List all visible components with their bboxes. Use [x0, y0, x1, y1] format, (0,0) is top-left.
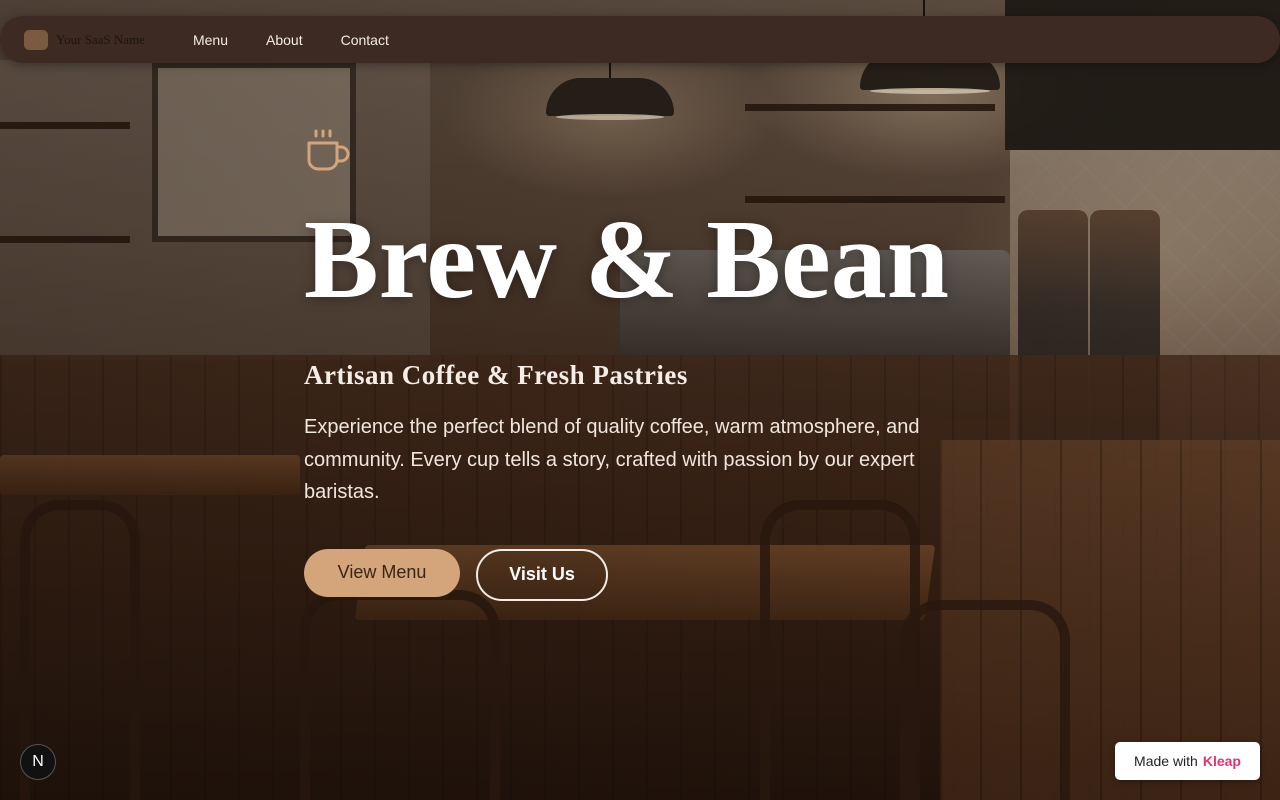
coffee-cup-icon — [307, 129, 350, 171]
nav-link-about[interactable]: About — [266, 32, 303, 48]
made-with-kleap-badge[interactable]: Made with Kleap — [1115, 742, 1260, 780]
brand[interactable]: Your SaaS Name — [24, 29, 145, 50]
kleap-brand: Kleap — [1202, 753, 1241, 769]
brand-logo — [24, 29, 48, 50]
hero-subtitle: Artisan Coffee & Fresh Pastries — [304, 360, 688, 390]
nav-links: Menu About Contact — [193, 32, 427, 48]
made-with-label: Made with — [1134, 753, 1198, 769]
view-menu-button[interactable]: View Menu — [304, 548, 460, 597]
hero-description: Experience the perfect blend of quality … — [304, 416, 920, 503]
nav-link-menu[interactable]: Menu — [193, 32, 228, 48]
cta-buttons: View Menu Visit Us — [304, 548, 964, 601]
hero-section: Brew & Bean Artisan Coffee & Fresh Pastr… — [304, 128, 964, 601]
nextjs-dev-badge[interactable]: N — [20, 744, 56, 780]
hero-title: Brew & Bean — [304, 198, 949, 322]
visit-us-button[interactable]: Visit Us — [476, 548, 608, 601]
brand-name: Your SaaS Name — [56, 31, 145, 47]
top-navbar: Your SaaS Name Menu About Contact — [0, 16, 1280, 63]
nav-link-contact[interactable]: Contact — [341, 32, 389, 48]
